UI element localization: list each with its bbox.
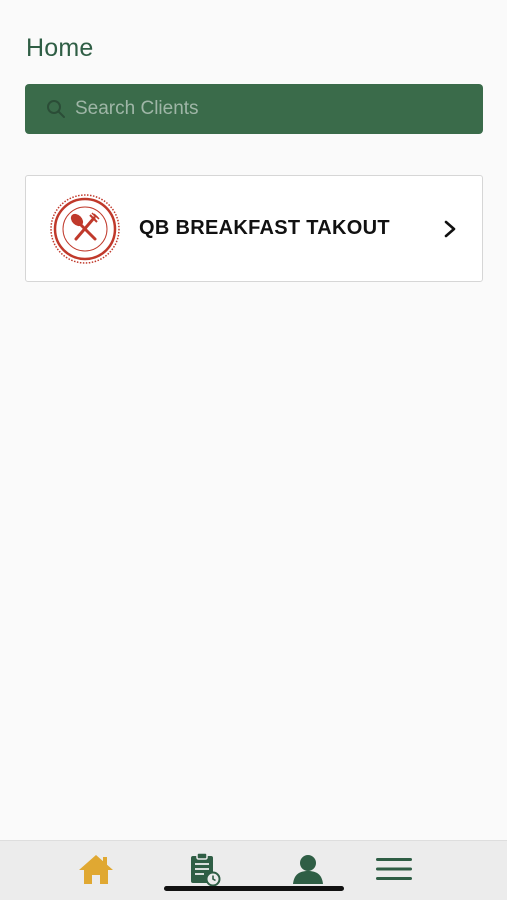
chevron-right-icon <box>440 219 460 239</box>
bottom-tab-bar <box>0 840 507 900</box>
search-icon <box>45 98 67 120</box>
user-icon <box>291 853 325 890</box>
page-title: Home <box>26 34 94 62</box>
menu-icon <box>374 856 414 887</box>
client-list-item[interactable]: QB BREAKFAST TAKOUT <box>25 175 483 282</box>
search-bar[interactable] <box>25 84 483 134</box>
tab-menu[interactable] <box>372 851 416 891</box>
tab-home[interactable] <box>74 851 118 891</box>
home-indicator <box>164 886 344 891</box>
client-name: QB BREAKFAST TAKOUT <box>139 217 390 239</box>
home-icon <box>77 853 115 890</box>
home-screen: Home Q <box>0 0 507 900</box>
tab-timesheet[interactable] <box>182 851 226 891</box>
tab-profile[interactable] <box>286 851 330 891</box>
search-input[interactable] <box>75 98 435 120</box>
fork-spoon-icon <box>49 193 121 265</box>
